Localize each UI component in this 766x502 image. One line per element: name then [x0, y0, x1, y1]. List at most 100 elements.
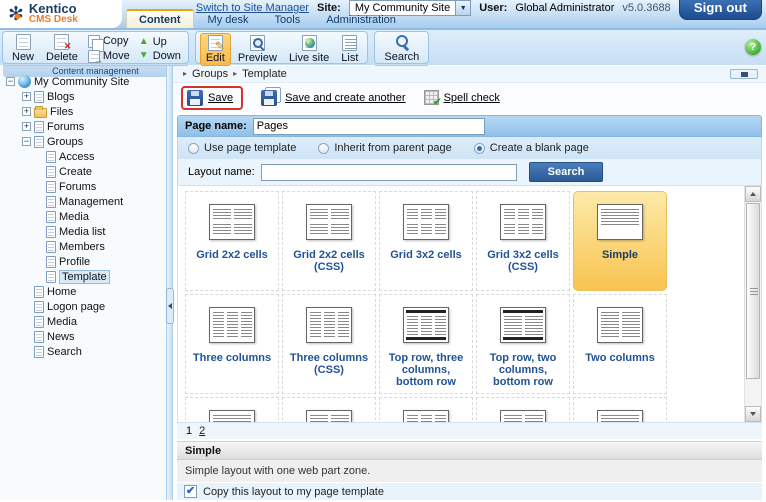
page-icon — [34, 286, 44, 298]
user-label: User: — [479, 2, 507, 14]
tab-tools[interactable]: Tools — [263, 11, 313, 28]
collapse-toggle-icon[interactable]: − — [6, 77, 15, 86]
layout-card-partial[interactable] — [282, 397, 376, 422]
tree-item-home[interactable]: +Home — [6, 284, 166, 299]
radio-inherit-from-parent[interactable]: Inherit from parent page — [318, 142, 451, 154]
tree-item-media[interactable]: +Media — [6, 314, 166, 329]
layout-card-simple-selected[interactable]: Simple — [573, 191, 667, 291]
up-button[interactable]: ▲ Up — [135, 36, 184, 48]
layout-grid: Grid 2x2 cells Grid 2x2 cells (CSS) Grid… — [178, 186, 744, 422]
tree-item-forums-child[interactable]: Forums — [6, 179, 166, 194]
layout-card-partial[interactable] — [573, 397, 667, 422]
page-name-input[interactable] — [253, 118, 485, 135]
layout-card-partial[interactable] — [476, 397, 570, 422]
layout-card-grid-2x2[interactable]: Grid 2x2 cells — [185, 191, 279, 291]
layout-grid-2x2-icon — [209, 204, 255, 240]
tree-item-blogs[interactable]: +Blogs — [6, 89, 166, 104]
kentico-starburst-icon: ✻ — [8, 5, 24, 24]
copy-button[interactable]: Copy — [85, 35, 133, 48]
expand-toggle-icon[interactable]: + — [22, 107, 31, 116]
copy-layout-checkbox[interactable] — [184, 485, 197, 498]
breadcrumb-groups[interactable]: Groups — [192, 68, 228, 80]
layout-card-grid-3x2[interactable]: Grid 3x2 cells — [379, 191, 473, 291]
sign-out-button[interactable]: Sign out — [679, 0, 762, 20]
down-button[interactable]: ▼ Down — [135, 50, 184, 62]
collapse-toggle-icon[interactable]: − — [22, 137, 31, 146]
save-and-create-icon — [261, 90, 277, 106]
main-content: ▸ Groups ▸ Template Save Save and create… — [173, 66, 766, 500]
layout-card-three-columns[interactable]: Three columns — [185, 294, 279, 394]
group-other: Search Other — [374, 31, 429, 64]
tree-item-template[interactable]: Template — [6, 269, 166, 284]
layout-picker: Grid 2x2 cells Grid 2x2 cells (CSS) Grid… — [177, 185, 762, 423]
tree-item-access[interactable]: Access — [6, 149, 166, 164]
edit-mode-button[interactable]: Edit — [200, 33, 231, 66]
layout-card-top-two-bottom[interactable]: Top row, two columns, bottom row — [476, 294, 570, 394]
copy-layout-label: Copy this layout to my page template — [203, 486, 384, 498]
layout-card-partial[interactable] — [185, 397, 279, 422]
breadcrumb-arrow-icon: ▸ — [183, 69, 187, 78]
layout-card-two-columns[interactable]: Two columns — [573, 294, 667, 394]
tab-administration[interactable]: Administration — [314, 11, 408, 28]
tree-item-members[interactable]: Members — [6, 239, 166, 254]
expand-toggle-icon[interactable]: + — [22, 92, 31, 101]
spell-check-button[interactable]: Spell check — [424, 90, 500, 105]
preview-mode-button[interactable]: Preview — [233, 34, 282, 65]
tree-item-groups[interactable]: −Groups — [6, 134, 166, 149]
layout-name-input[interactable] — [261, 164, 517, 181]
tree-item-forums[interactable]: +Forums — [6, 119, 166, 134]
move-button[interactable]: Move — [85, 50, 133, 63]
layout-grid-3x2-icon — [403, 204, 449, 240]
layout-card-grid-3x2-css[interactable]: Grid 3x2 cells (CSS) — [476, 191, 570, 291]
radio-selected-icon[interactable] — [474, 143, 485, 154]
tree-item-create[interactable]: Create — [6, 164, 166, 179]
scrollbar-thumb[interactable] — [746, 203, 760, 379]
layout-card-three-columns-css[interactable]: Three columns (CSS) — [282, 294, 376, 394]
page-icon — [34, 331, 44, 343]
layout-grid-2x2-icon — [306, 204, 352, 240]
kentico-logo: ✻ Kentico CMS Desk — [0, 0, 122, 28]
radio-icon[interactable] — [188, 143, 199, 154]
layout-scrollbar[interactable] — [744, 186, 761, 422]
scroll-down-icon[interactable] — [745, 406, 761, 422]
layout-card-top-three-bottom[interactable]: Top row, three columns, bottom row — [379, 294, 473, 394]
radio-use-page-template[interactable]: Use page template — [188, 142, 296, 154]
new-button[interactable]: New — [7, 33, 39, 64]
breadcrumb-template[interactable]: Template — [242, 68, 287, 80]
save-icon — [187, 90, 203, 106]
tree-item-search[interactable]: +Search — [6, 344, 166, 359]
tree-item-files[interactable]: +Files — [6, 104, 166, 119]
tree-item-management[interactable]: Management — [6, 194, 166, 209]
tree-item-profile[interactable]: Profile — [6, 254, 166, 269]
save-and-create-button[interactable]: Save and create another — [261, 90, 405, 106]
page-name-label: Page name: — [185, 120, 247, 132]
down-arrow-icon: ▼ — [138, 50, 150, 62]
help-button[interactable]: ? — [745, 39, 761, 55]
layout-simple-icon — [597, 204, 643, 240]
page-number-link[interactable]: 2 — [199, 425, 205, 437]
save-button[interactable]: Save — [187, 90, 233, 106]
list-mode-button[interactable]: List — [336, 34, 363, 65]
dropdown-arrow-icon[interactable]: ▼ — [455, 1, 470, 15]
layout-search-button[interactable]: Search — [529, 162, 604, 182]
tree-item-logon-page[interactable]: +Logon page — [6, 299, 166, 314]
layout-card-grid-2x2-css[interactable]: Grid 2x2 cells (CSS) — [282, 191, 376, 291]
scroll-up-icon[interactable] — [745, 186, 761, 202]
delete-button[interactable]: Delete — [41, 33, 83, 64]
radio-create-blank-page[interactable]: Create a blank page — [474, 142, 589, 154]
tree-item-media-list[interactable]: Media list — [6, 224, 166, 239]
expand-toggle-icon[interactable]: + — [22, 122, 31, 131]
group-view-mode: Edit Preview Live site List View mode — [195, 31, 369, 64]
page-number-current[interactable]: 1 — [186, 425, 192, 437]
live-site-button[interactable]: Live site — [284, 34, 334, 65]
tree-item-news[interactable]: +News — [6, 329, 166, 344]
tab-my-desk[interactable]: My desk — [196, 11, 261, 28]
tree-item-media-child[interactable]: Media — [6, 209, 166, 224]
panel-collapse-handle[interactable] — [730, 69, 758, 79]
tree-splitter[interactable] — [166, 66, 173, 500]
search-button[interactable]: Search — [379, 33, 424, 64]
layout-card-partial[interactable] — [379, 397, 473, 422]
tab-content[interactable]: Content — [126, 9, 194, 28]
radio-icon[interactable] — [318, 143, 329, 154]
splitter-collapse-icon[interactable] — [166, 288, 174, 324]
